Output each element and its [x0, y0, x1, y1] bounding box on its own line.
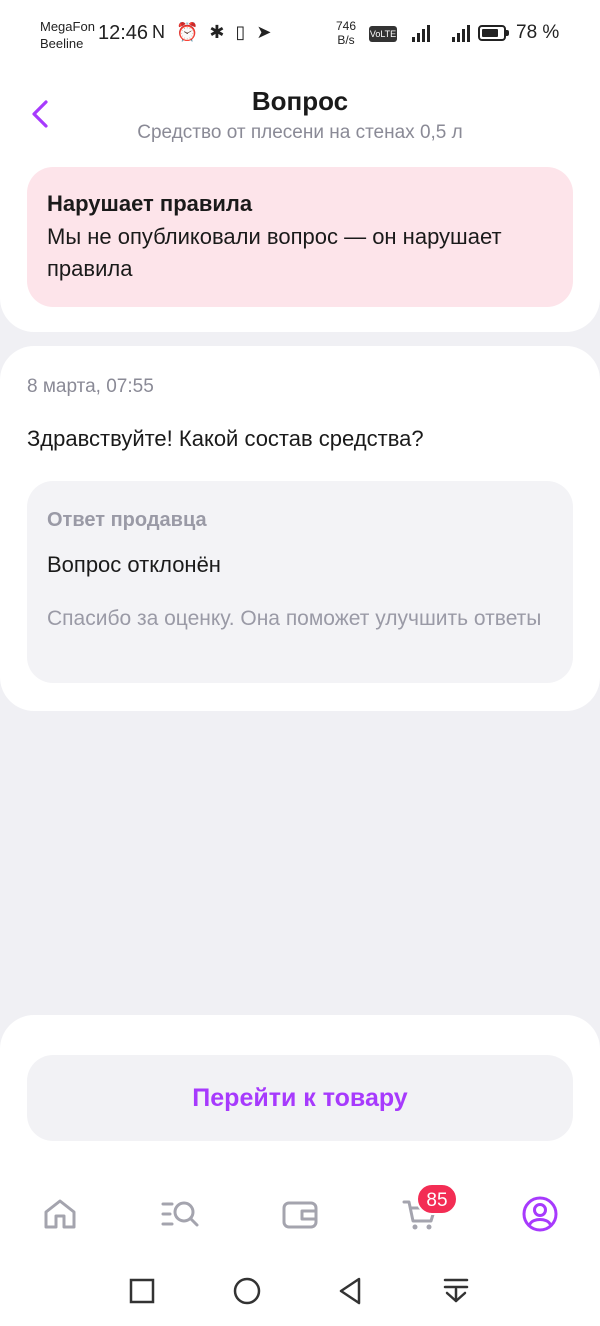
tab-home[interactable]: [35, 1189, 85, 1239]
battery-fill: [482, 29, 498, 37]
wallet-icon: [282, 1201, 318, 1229]
volte-icon: VoLTE: [369, 26, 397, 42]
notification-icons: N ⏰ ✱ ▯ ➤: [152, 22, 275, 42]
carrier-2: Beeline: [40, 36, 84, 51]
home-icon: [44, 1199, 76, 1229]
tab-wallet[interactable]: [275, 1189, 325, 1239]
circle-icon: [233, 1277, 261, 1305]
home-system-button[interactable]: [227, 1271, 267, 1311]
signal-4g-icon: [410, 24, 432, 42]
network-speed-unit: B/s: [337, 33, 355, 47]
bottom-tab-bar: 85: [0, 1175, 600, 1257]
carrier-1: MegaFon: [40, 19, 95, 34]
alert-text: Мы не опубликовали вопрос — он нарушает …: [47, 224, 502, 281]
go-to-product-button[interactable]: Перейти к товару: [27, 1055, 573, 1141]
header-card: Вопрос Средство от плесени на стенах 0,5…: [0, 68, 600, 332]
pull-down-icon: [443, 1278, 469, 1303]
cart-count-badge: 85: [416, 1183, 458, 1215]
answer-label: Ответ продавца: [47, 509, 207, 531]
screen: MegaFon Beeline 12:46 N ⏰ ✱ ▯ ➤ 746 B/s …: [0, 0, 600, 1326]
recents-button[interactable]: [122, 1271, 162, 1311]
triangle-back-icon: [339, 1277, 361, 1305]
status-bar: MegaFon Beeline 12:46 N ⏰ ✱ ▯ ➤ 746 B/s …: [0, 0, 600, 68]
bottom-action-panel: Перейти к товару: [0, 1015, 600, 1175]
tab-catalog-search[interactable]: [155, 1189, 205, 1239]
profile-icon: [522, 1196, 558, 1232]
answer-status: Вопрос отклонён: [47, 552, 221, 577]
battery-percent: 78 %: [516, 22, 560, 43]
notification-shade-button[interactable]: [436, 1271, 476, 1311]
question-date: 8 марта, 07:55: [27, 376, 154, 397]
network-speed: 746 B/s: [336, 19, 356, 47]
carrier-names: MegaFon Beeline: [40, 18, 95, 52]
catalog-search-icon: [161, 1201, 199, 1227]
answer-note: Спасибо за оценку. Она поможет улучшить …: [47, 607, 542, 630]
back-system-button[interactable]: [330, 1271, 370, 1311]
system-navigation-bar: [0, 1257, 600, 1326]
question-text: Здравствуйте! Какой состав средства?: [27, 426, 424, 451]
alert-title: Нарушает правила: [47, 191, 253, 216]
seller-answer-box: Ответ продавца Вопрос отклонён Спасибо з…: [27, 481, 573, 683]
signal-icon: [450, 24, 472, 42]
status-time: 12:46: [98, 22, 149, 44]
question-card: 8 марта, 07:55 Здравствуйте! Какой соста…: [0, 346, 600, 711]
rule-violation-alert: Нарушает правила Мы не опубликовали вопр…: [27, 167, 573, 307]
square-icon: [129, 1278, 155, 1304]
battery-icon: [478, 25, 509, 41]
page-title: Вопрос: [251, 86, 349, 116]
network-speed-value: 746: [336, 19, 357, 33]
tab-profile[interactable]: [515, 1189, 565, 1239]
product-subtitle: Средство от плесени на стенах 0,5 л: [137, 122, 463, 143]
